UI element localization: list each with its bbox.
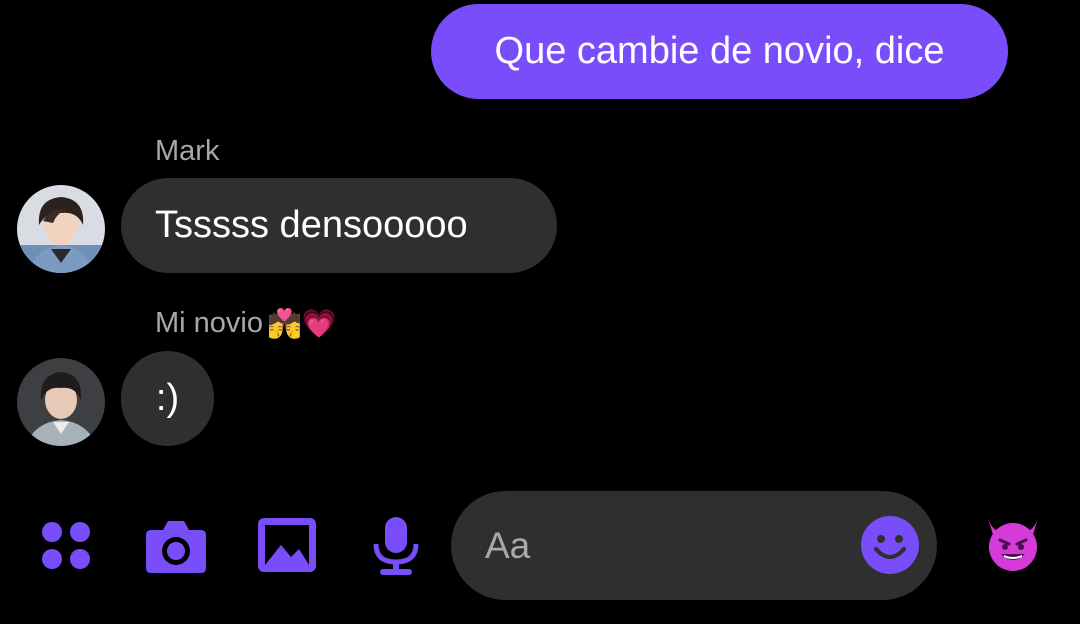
incoming-message-bubble-mi-novio[interactable]: :) [121,351,214,446]
avatar-mi-novio[interactable] [17,358,105,446]
incoming-message-text: Tsssss densooooo [155,204,468,246]
outgoing-message-text: Que cambie de novio, dice [494,30,945,72]
incoming-message-bubble-mark[interactable]: Tsssss densooooo [121,178,557,273]
microphone-icon[interactable] [372,516,420,581]
sender-name-mark: Mark [155,135,220,167]
sender-emojis: 💏💗 [267,308,337,339]
gallery-icon[interactable] [257,517,317,578]
message-input[interactable] [483,521,847,571]
avatar-mark[interactable] [17,185,105,273]
sender-name-text: Mi novio [155,307,263,339]
sender-name-mi-novio: Mi novio 💏💗 [155,307,337,340]
quick-reaction-devil-icon[interactable] [982,516,1044,577]
message-composer[interactable] [451,491,937,600]
emoji-icon[interactable] [860,515,920,580]
outgoing-message-bubble[interactable]: Que cambie de novio, dice [431,4,1008,99]
apps-icon[interactable] [40,519,92,576]
incoming-message-text: :) [155,377,180,419]
camera-icon[interactable] [145,516,207,579]
